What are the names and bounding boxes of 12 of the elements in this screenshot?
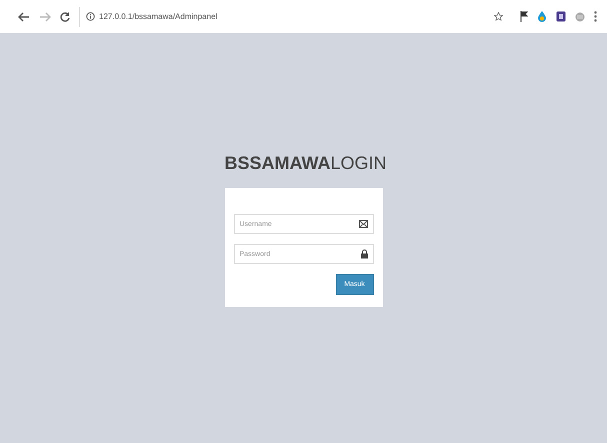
star-icon[interactable] bbox=[494, 12, 503, 21]
menu-icon[interactable] bbox=[594, 11, 597, 22]
reload-icon[interactable] bbox=[60, 12, 70, 22]
back-arrow-icon[interactable] bbox=[18, 12, 30, 22]
drop-icon[interactable] bbox=[537, 11, 547, 22]
address-bar[interactable]: 127.0.0.1/bssamawa/Adminpanel bbox=[79, 6, 509, 26]
extension-square-icon[interactable] bbox=[556, 11, 566, 22]
info-icon[interactable] bbox=[86, 12, 95, 21]
lock-icon bbox=[360, 250, 368, 258]
login-title: BSSAMAWALOGIN bbox=[224, 153, 387, 174]
flag-icon[interactable] bbox=[520, 11, 528, 22]
envelope-icon bbox=[358, 220, 368, 228]
